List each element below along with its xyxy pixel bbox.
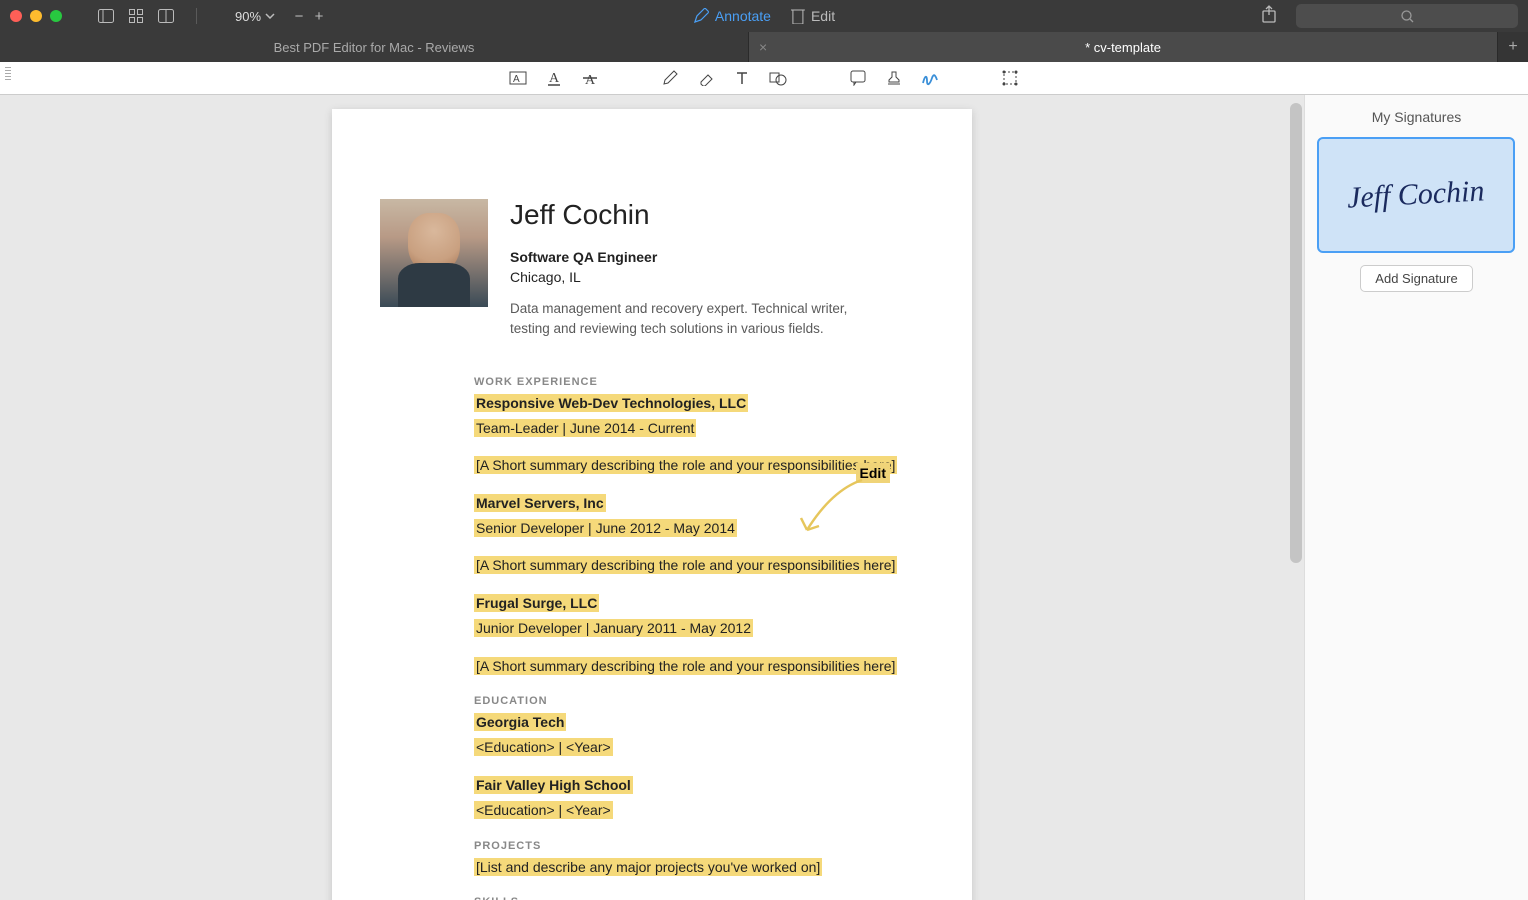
close-tab-icon[interactable]: × bbox=[759, 39, 767, 55]
job-summary: [A Short summary describing the role and… bbox=[474, 456, 897, 474]
annotation-toolbar: A A A bbox=[0, 62, 1528, 95]
person-name: Jeff Cochin bbox=[510, 199, 924, 231]
skills-header: SKILLS bbox=[474, 896, 924, 900]
annotate-mode-button[interactable]: Annotate bbox=[693, 8, 771, 24]
tab-bar: Best PDF Editor for Mac - Reviews × * cv… bbox=[0, 32, 1528, 62]
new-tab-button[interactable]: + bbox=[1498, 32, 1528, 62]
titlebar: 90% − + Annotate Edit bbox=[0, 0, 1528, 32]
view-mode-buttons bbox=[94, 6, 178, 26]
job-role-dates: Team-Leader | June 2014 - Current bbox=[474, 419, 696, 437]
pencil-tool[interactable] bbox=[657, 65, 683, 91]
profile-photo bbox=[380, 199, 488, 307]
svg-text:A: A bbox=[549, 71, 560, 86]
document-canvas[interactable]: Jeff Cochin Software QA Engineer Chicago… bbox=[0, 95, 1304, 900]
job-company: Marvel Servers, Inc bbox=[474, 494, 606, 512]
add-signature-button[interactable]: Add Signature bbox=[1360, 265, 1472, 292]
zoom-control: 90% − + bbox=[235, 8, 329, 25]
pen-icon bbox=[693, 8, 709, 24]
zoom-value[interactable]: 90% bbox=[235, 9, 261, 24]
window-controls bbox=[10, 10, 62, 22]
stamp-tool[interactable] bbox=[881, 65, 907, 91]
search-icon bbox=[1401, 10, 1414, 23]
education-header: EDUCATION bbox=[474, 695, 924, 707]
signature-card[interactable]: Jeff Cochin bbox=[1317, 137, 1515, 253]
tab-label: Best PDF Editor for Mac - Reviews bbox=[274, 40, 475, 55]
person-role: Software QA Engineer bbox=[510, 249, 924, 265]
edu-school: Georgia Tech bbox=[474, 713, 566, 731]
chevron-down-icon[interactable] bbox=[265, 13, 275, 19]
edit-icon bbox=[791, 8, 805, 24]
share-button[interactable] bbox=[1262, 5, 1276, 28]
zoom-out-button[interactable]: − bbox=[289, 8, 309, 25]
job-summary: [A Short summary describing the role and… bbox=[474, 556, 897, 574]
vertical-scrollbar[interactable] bbox=[1290, 95, 1302, 900]
projects-header: PROJECTS bbox=[474, 840, 924, 852]
person-bio: Data management and recovery expert. Tec… bbox=[510, 299, 890, 340]
edu-detail: <Education> | <Year> bbox=[474, 738, 613, 756]
sidebar-title: My Signatures bbox=[1317, 109, 1516, 125]
left-panel-handle[interactable] bbox=[5, 67, 11, 89]
svg-text:A: A bbox=[585, 73, 596, 87]
projects-text: [List and describe any major projects yo… bbox=[474, 858, 822, 876]
tab-inactive[interactable]: Best PDF Editor for Mac - Reviews bbox=[0, 32, 749, 62]
svg-text:A: A bbox=[513, 74, 520, 85]
scrollbar-thumb[interactable] bbox=[1290, 103, 1302, 563]
job-role-dates: Junior Developer | January 2011 - May 20… bbox=[474, 619, 753, 637]
sidebar-toggle-icon[interactable] bbox=[94, 6, 118, 26]
job-company: Frugal Surge, LLC bbox=[474, 594, 599, 612]
text-underline-tool[interactable]: A bbox=[541, 65, 567, 91]
two-page-view-icon[interactable] bbox=[154, 6, 178, 26]
annotate-label: Annotate bbox=[715, 8, 771, 24]
annotation-arrow bbox=[792, 475, 872, 545]
tab-active[interactable]: × * cv-template bbox=[749, 32, 1498, 62]
note-tool[interactable] bbox=[845, 65, 871, 91]
signatures-sidebar: My Signatures Jeff Cochin Add Signature bbox=[1304, 95, 1528, 900]
maximize-window-button[interactable] bbox=[50, 10, 62, 22]
text-strikethrough-tool[interactable]: A bbox=[577, 65, 603, 91]
search-input[interactable] bbox=[1296, 4, 1518, 28]
tab-label: * cv-template bbox=[1085, 40, 1161, 55]
text-box-tool[interactable] bbox=[729, 65, 755, 91]
person-location: Chicago, IL bbox=[510, 269, 924, 285]
zoom-in-button[interactable]: + bbox=[309, 8, 329, 25]
job-summary: [A Short summary describing the role and… bbox=[474, 657, 897, 675]
edu-detail: <Education> | <Year> bbox=[474, 801, 613, 819]
edit-label: Edit bbox=[811, 8, 835, 24]
eraser-tool[interactable] bbox=[693, 65, 719, 91]
job-company: Responsive Web-Dev Technologies, LLC bbox=[474, 394, 748, 412]
grid-view-icon[interactable] bbox=[124, 6, 148, 26]
minimize-window-button[interactable] bbox=[30, 10, 42, 22]
pdf-page: Jeff Cochin Software QA Engineer Chicago… bbox=[332, 109, 972, 900]
selection-tool[interactable] bbox=[997, 65, 1023, 91]
shape-tool[interactable] bbox=[765, 65, 791, 91]
signature-tool[interactable] bbox=[917, 65, 943, 91]
work-experience-header: WORK EXPERIENCE bbox=[474, 376, 924, 388]
text-highlight-tool[interactable]: A bbox=[505, 65, 531, 91]
edit-mode-button[interactable]: Edit bbox=[791, 8, 835, 24]
edu-school: Fair Valley High School bbox=[474, 776, 633, 794]
job-role-dates: Senior Developer | June 2012 - May 2014 bbox=[474, 519, 737, 537]
signature-preview: Jeff Cochin bbox=[1346, 174, 1485, 215]
close-window-button[interactable] bbox=[10, 10, 22, 22]
